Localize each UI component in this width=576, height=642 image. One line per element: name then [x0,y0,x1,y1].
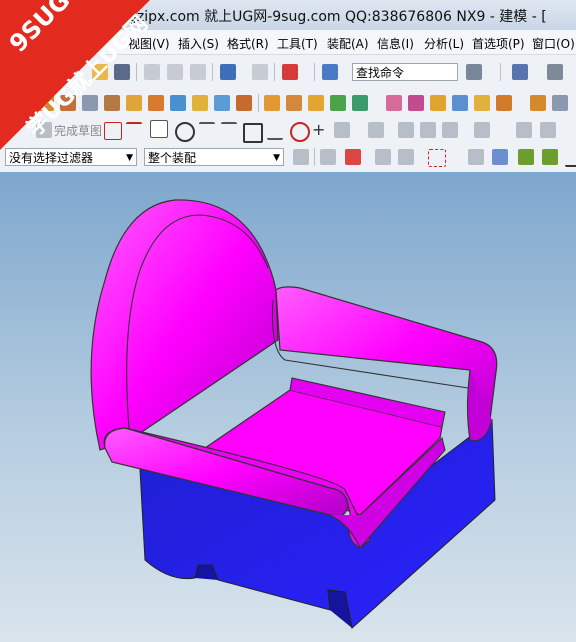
chamfer-icon[interactable] [214,95,230,111]
menu-format[interactable]: 格式(R) [227,35,269,52]
select-tangent-icon[interactable] [398,149,414,165]
display-icon[interactable] [547,64,563,80]
chamfer-sketch-icon[interactable] [221,122,237,140]
menu-info[interactable]: 信息(I) [377,35,414,52]
line-snap-icon[interactable] [565,149,576,167]
polygon-icon[interactable] [267,122,283,140]
selection-filter-dropdown[interactable]: 没有选择过滤器 ▼ [5,148,137,166]
window-layout-icon[interactable] [512,64,528,80]
menu-assembly[interactable]: 装配(A) [327,35,369,52]
menu-tools[interactable]: 工具(T) [277,35,318,52]
edge-blend-icon[interactable] [192,95,208,111]
pattern-icon[interactable] [264,95,280,111]
wcs-icon[interactable] [282,64,298,80]
window-title: gzipx.com 就上UG网-9sug.com QQ:838676806 NX… [128,9,547,25]
graphics-viewport[interactable] [0,172,576,642]
snap-icon[interactable] [320,149,336,165]
trim-body-icon[interactable] [386,95,402,111]
draft-icon[interactable] [496,95,512,111]
undo-icon[interactable] [220,64,236,80]
mirror-curve-icon[interactable] [442,122,458,138]
select-body-icon[interactable] [468,149,484,165]
offset-face-icon[interactable] [430,95,446,111]
circle-icon[interactable] [175,122,195,142]
select-connected-icon[interactable] [375,149,391,165]
unite-icon[interactable] [308,95,324,111]
subtract-icon[interactable] [330,95,346,111]
menu-preferences[interactable]: 首选项(P) [472,35,525,52]
intersect-icon[interactable] [352,95,368,111]
select-face-icon[interactable] [492,149,508,165]
shell-icon[interactable] [236,95,252,111]
dimension-icon[interactable] [474,122,490,138]
make-corner-icon[interactable] [420,122,436,138]
command-finder-icon[interactable] [322,64,338,80]
ellipse-icon[interactable] [290,122,310,142]
auto-constrain-icon[interactable] [540,122,556,138]
search-icon[interactable] [466,64,482,80]
mirror-icon[interactable] [286,95,302,111]
move-face-icon[interactable] [552,95,568,111]
snap-options-icon[interactable] [542,149,558,165]
patch-icon[interactable] [474,95,490,111]
command-search-input[interactable]: 查找命令 [352,63,458,81]
paste-icon[interactable] [190,64,206,80]
thicken-icon[interactable] [530,95,546,111]
fillet-icon[interactable] [199,122,215,140]
offset-curve-icon[interactable] [334,122,350,138]
copy-icon[interactable] [167,64,183,80]
split-body-icon[interactable] [408,95,424,111]
select-feature-icon[interactable] [345,149,361,165]
menu-insert[interactable]: 插入(S) [178,35,219,52]
quick-trim-icon[interactable] [368,122,384,138]
selection-settings-icon[interactable] [293,149,309,165]
menu-window[interactable]: 窗口(O) [532,35,575,52]
redo-icon[interactable] [252,64,268,80]
assembly-scope-dropdown[interactable]: 整个装配 ▼ [144,148,284,166]
rectangle-select-icon[interactable] [428,149,446,167]
sofa-model[interactable] [0,172,576,642]
constraint-icon[interactable] [516,122,532,138]
menu-analysis[interactable]: 分析(L) [424,35,464,52]
point-snap-icon[interactable] [518,149,534,165]
quick-extend-icon[interactable] [398,122,414,138]
arc-icon[interactable] [150,120,168,138]
sew-icon[interactable] [452,95,468,111]
boss-icon[interactable] [148,95,164,111]
cylinder-icon[interactable] [170,95,186,111]
point-icon[interactable]: + [312,122,328,138]
rectangle-icon[interactable] [243,123,263,143]
